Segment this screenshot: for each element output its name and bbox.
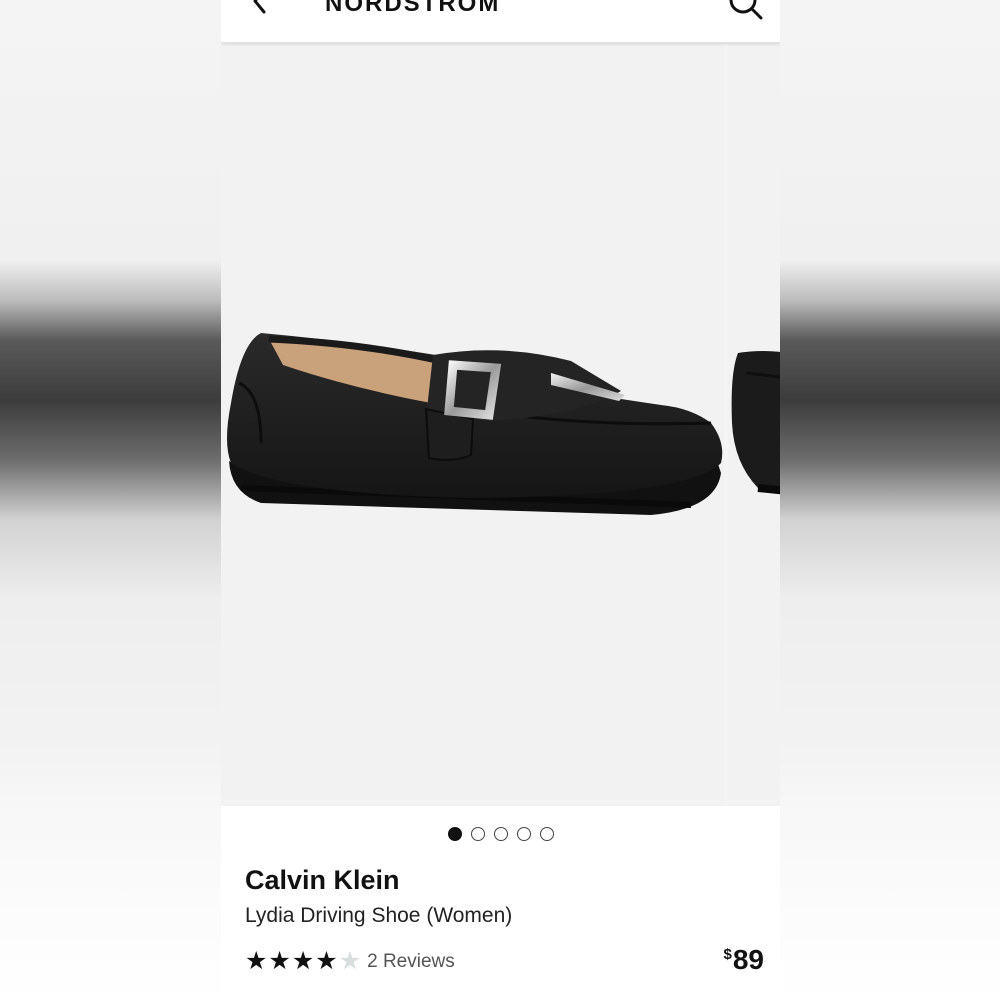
top-nav-bar: NORDSTROM (221, 0, 780, 43)
reviews-link[interactable]: 2 Reviews (367, 951, 455, 973)
product-rating[interactable]: ★ ★ ★ ★ ★ 2 Reviews (245, 949, 455, 974)
search-icon (729, 0, 763, 20)
app-screen: NORDSTROM Calvin Klein Lydia Driving Sho… (221, 0, 780, 1000)
product-image-carousel[interactable] (221, 43, 780, 806)
black-buckle-loafer-image (227, 333, 723, 515)
product-image-main[interactable] (221, 43, 724, 806)
carousel-dot[interactable] (470, 827, 485, 841)
carousel-pagination (221, 827, 780, 841)
rating-stars: ★ ★ ★ ★ ★ (245, 949, 361, 974)
product-name: Lydia Driving Shoe (Women) (245, 904, 513, 927)
price-currency-symbol: $ (723, 946, 732, 963)
product-brand[interactable]: Calvin Klein (245, 865, 400, 896)
carousel-dot[interactable] (539, 827, 554, 841)
star-filled-icon: ★ (245, 947, 268, 975)
product-image-next[interactable] (728, 43, 780, 806)
star-filled-icon: ★ (268, 947, 291, 975)
chevron-left-icon (253, 0, 266, 14)
black-loafer-side-image (731, 351, 780, 495)
search-button[interactable] (726, 0, 766, 22)
star-filled-icon: ★ (291, 947, 315, 975)
carousel-dot[interactable] (516, 827, 531, 841)
carousel-dot[interactable] (447, 827, 462, 841)
star-filled-icon: ★ (315, 947, 338, 975)
back-button[interactable] (245, 0, 275, 16)
star-empty-icon: ★ (338, 947, 362, 975)
price-value: 89 (732, 944, 764, 975)
nordstrom-logo[interactable]: NORDSTROM (325, 0, 500, 18)
product-price: $ 89 (724, 944, 765, 976)
carousel-dot[interactable] (493, 827, 508, 841)
